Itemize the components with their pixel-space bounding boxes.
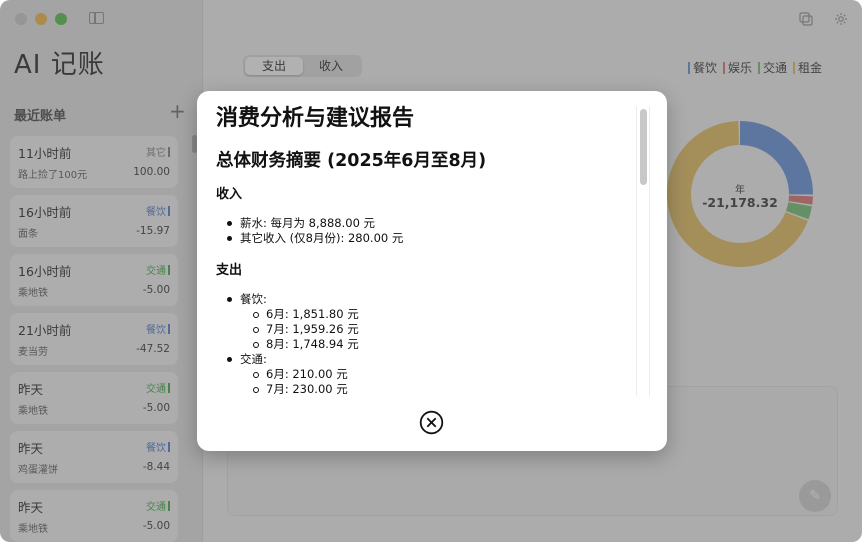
sub-list-item: 6月: 1,851.80 元 [240,307,636,322]
sub-list: 6月: 210.00 元 7月: 230.00 元 [240,367,636,396]
report-content[interactable]: 消费分析与建议报告 总体财务摘要 (2025年6月至8月) 收入 薪水: 每月为… [216,104,636,396]
app-window: AI 记账 最近账单 + 11小时前 其它 路上捡了100元 100.00 16… [0,0,862,542]
list-item: 其它收入 (仅8月份): 280.00 元 [216,231,636,246]
report-scroll-thumb[interactable] [640,109,647,185]
report-summary-heading: 总体财务摘要 (2025年6月至8月) [216,151,487,171]
report-modal: 消费分析与建议报告 总体财务摘要 (2025年6月至8月) 收入 薪水: 每月为… [197,91,667,451]
sub-list-item: 6月: 210.00 元 [240,367,636,382]
sub-list-item: 8月: 1,748.94 元 [240,337,636,352]
income-heading: 收入 [216,187,243,202]
sub-list-item: 7月: 230.00 元 [240,382,636,396]
expense-group-label: 交通: [240,352,267,366]
report-title: 消费分析与建议报告 [216,106,415,131]
income-list: 薪水: 每月为 8,888.00 元 其它收入 (仅8月份): 280.00 元 [216,216,636,246]
list-item: 餐饮: 6月: 1,851.80 元 7月: 1,959.26 元 8月: 1,… [216,292,636,352]
sub-list: 6月: 1,851.80 元 7月: 1,959.26 元 8月: 1,748.… [240,307,636,352]
expense-group-label: 餐饮: [240,292,267,306]
list-item: 薪水: 每月为 8,888.00 元 [216,216,636,231]
sub-list-item: 7月: 1,959.26 元 [240,322,636,337]
expense-heading: 支出 [216,263,243,278]
list-item: 交通: 6月: 210.00 元 7月: 230.00 元 [216,352,636,396]
expense-list: 餐饮: 6月: 1,851.80 元 7月: 1,959.26 元 8月: 1,… [216,292,636,396]
close-icon[interactable] [419,410,444,435]
